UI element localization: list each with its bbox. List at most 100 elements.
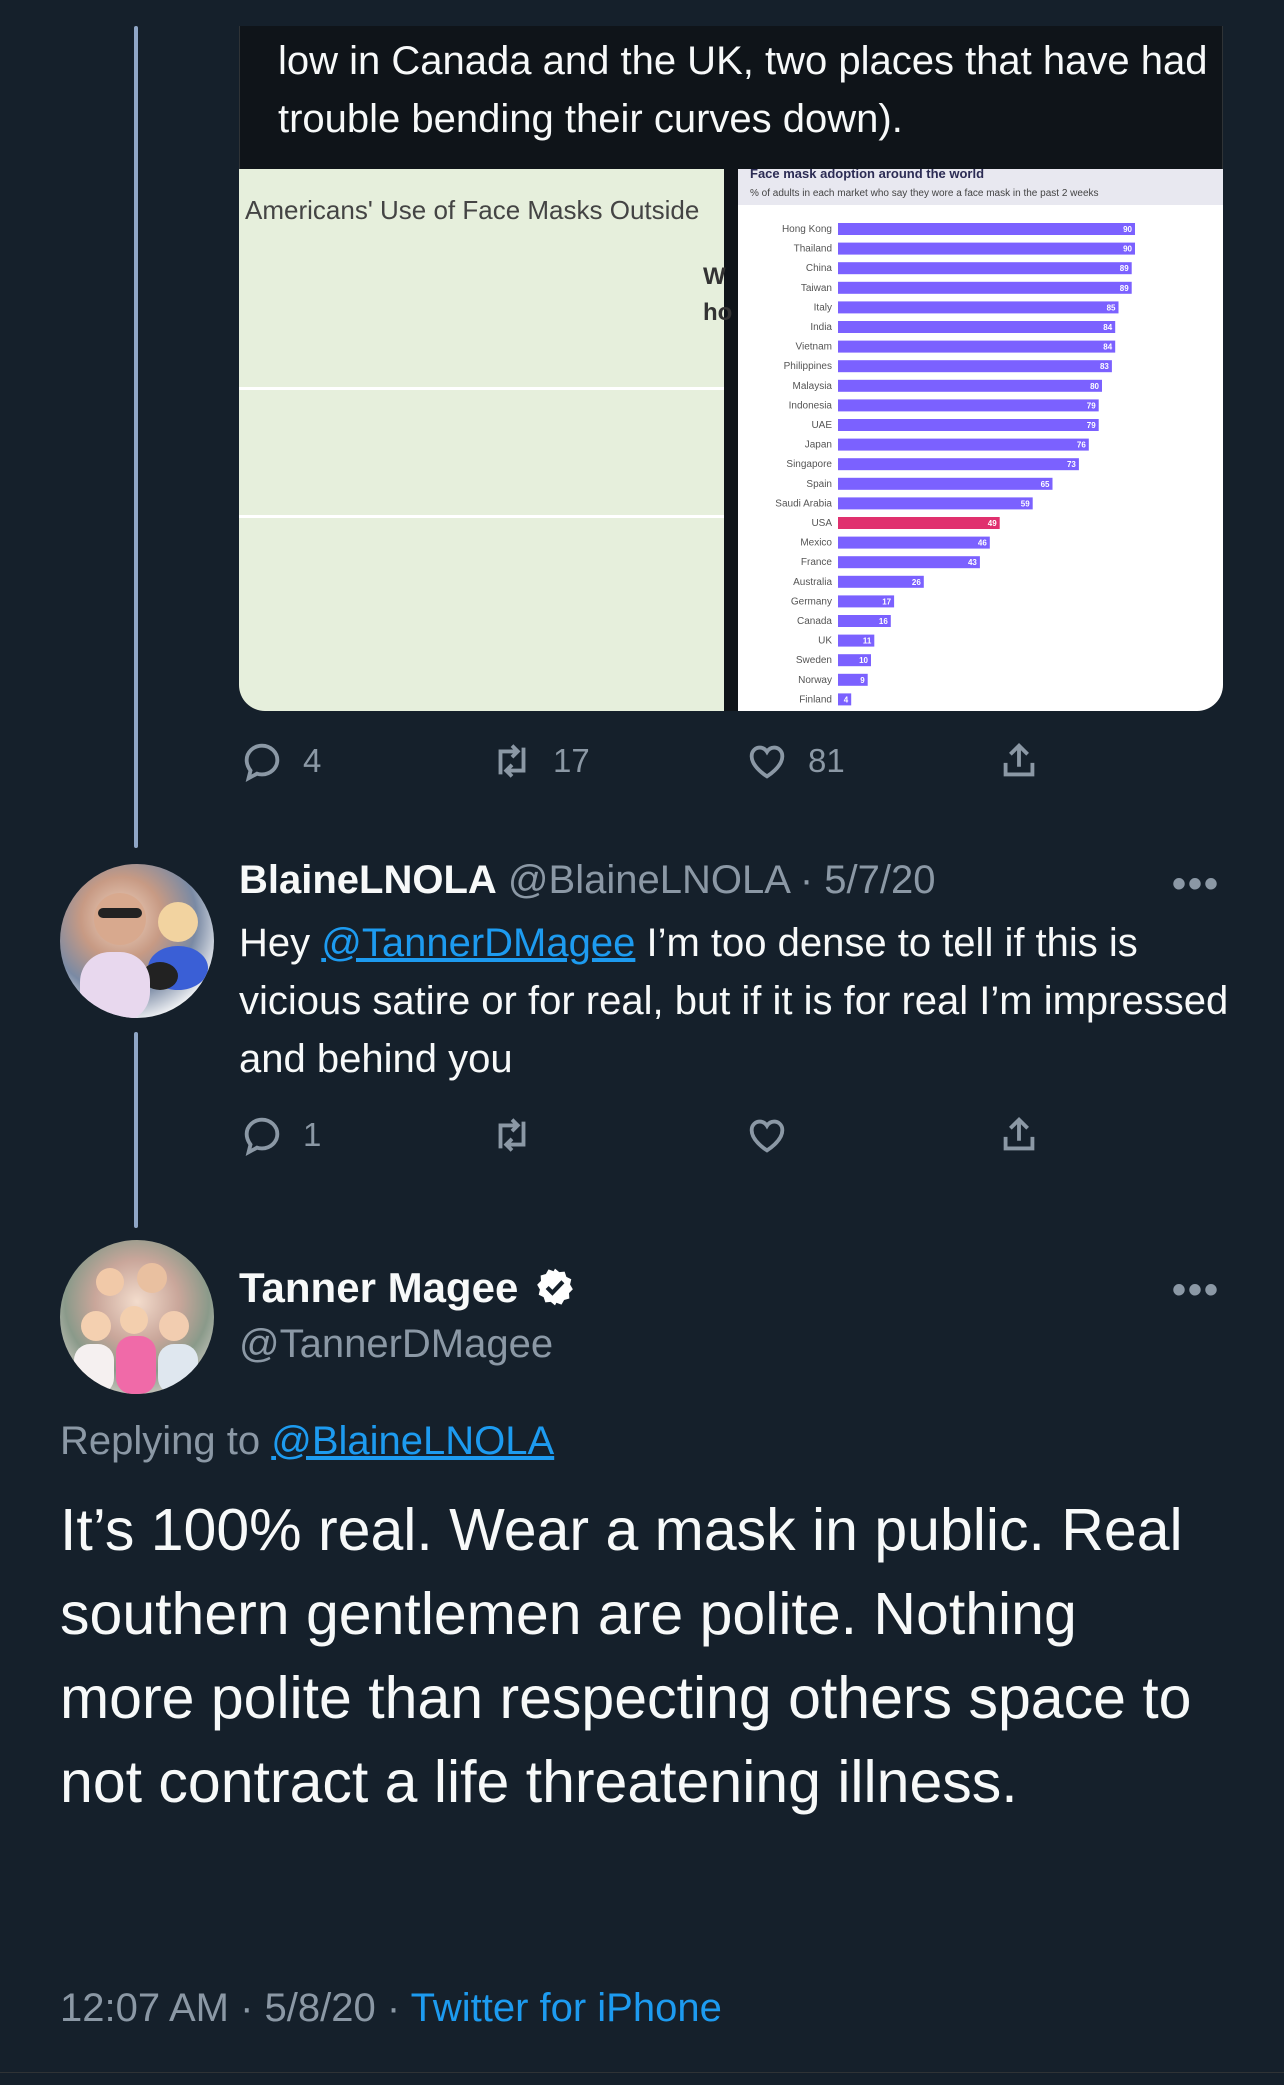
chart-value-label: 43 [968, 558, 977, 567]
reply-button[interactable]: 4 [239, 738, 321, 784]
chart-bar [838, 458, 1079, 471]
retweet-count: 17 [553, 742, 590, 779]
chart-category-label: Sweden [796, 655, 832, 666]
chart-value-label: 73 [1067, 460, 1076, 469]
chart-category-label: UAE [811, 420, 832, 431]
tweet-actions-reply: 1 [239, 1112, 1059, 1160]
chart-category-label: Japan [805, 440, 832, 451]
retweet-icon [498, 744, 526, 778]
left-image-gridline [239, 515, 724, 518]
chart-category-label: Hong Kong [782, 224, 832, 235]
left-image-cut-text-2: ho [703, 299, 733, 326]
chart-value-label: 59 [1021, 499, 1030, 508]
reply-icon [244, 743, 280, 783]
chart-bar [838, 301, 1119, 314]
main-tweet-text: It’s 100% real. Wear a mask in public. R… [60, 1497, 1192, 1815]
chart-value-label: 10 [859, 656, 868, 665]
media-image-masks-usa[interactable]: Americans' Use of Face Masks Outside W h… [239, 169, 732, 711]
chart-category-label: Taiwan [801, 283, 832, 294]
share-icon [1003, 1116, 1035, 1151]
tweet-date[interactable]: · 5/7/20 [800, 858, 936, 902]
chart-category-label: Thailand [794, 244, 832, 255]
chart-category-label: Italy [814, 302, 832, 313]
avatar-image [80, 893, 208, 1018]
chart-bar [838, 517, 1000, 529]
like-count: 81 [808, 742, 845, 779]
tweet-timestamp[interactable]: 12:07 AM · 5/8/20 · [60, 1986, 411, 2030]
reply-author-line: BlaineLNOLA @BlaineLNOLA · 5/7/20 [239, 858, 935, 903]
chart-category-label: USA [811, 518, 832, 529]
chart-value-label: 4 [844, 695, 849, 704]
chart-category-label: Philippines [784, 361, 832, 372]
chart-category-label: Finland [799, 694, 832, 705]
more-options-button[interactable]: ••• [1172, 862, 1220, 907]
replying-to-link[interactable]: @BlaineLNOLA [271, 1419, 554, 1463]
chart-category-label: Germany [791, 596, 832, 607]
chart-value-label: 65 [1041, 480, 1050, 489]
share-button[interactable] [996, 1112, 1042, 1158]
avatar-blainelnola[interactable] [60, 864, 214, 1018]
like-button[interactable] [744, 1112, 790, 1158]
like-button[interactable]: 81 [744, 738, 845, 784]
share-icon [1003, 742, 1035, 777]
tweet-meta-footer: 12:07 AM · 5/8/20 · Twitter for iPhone [60, 1986, 722, 2031]
chart-bar [838, 242, 1135, 255]
chart-value-label: 11 [863, 637, 872, 646]
retweet-button[interactable]: 17 [489, 738, 590, 784]
chart-category-label: India [810, 322, 832, 333]
reply-button[interactable]: 1 [239, 1112, 321, 1158]
author-handle[interactable]: @TannerDMagee [239, 1322, 553, 1366]
reply-icon [244, 1117, 280, 1157]
chart-category-label: Norway [798, 675, 832, 686]
chart-bar [838, 438, 1089, 451]
retweet-button[interactable] [489, 1112, 535, 1158]
chart-value-label: 89 [1120, 264, 1129, 273]
mention-link[interactable]: @TannerDMagee [321, 921, 635, 965]
chart-value-label: 89 [1120, 284, 1129, 293]
chart-category-label: Singapore [786, 459, 832, 470]
chart-bar [838, 262, 1132, 275]
like-icon [749, 1119, 785, 1153]
chart-value-label: 84 [1103, 343, 1112, 352]
chart-category-label: Indonesia [789, 400, 833, 411]
chart-category-label: Malaysia [793, 381, 833, 392]
chart-bar [838, 223, 1135, 235]
chart-value-label: 80 [1090, 382, 1099, 391]
tweet-media[interactable]: Americans' Use of Face Masks Outside W h… [239, 169, 1223, 711]
chart-bar [838, 556, 980, 569]
chart-bar [838, 536, 990, 549]
chart-subtitle: % of adults in each market who say they … [750, 188, 1099, 199]
reply-count: 1 [303, 1116, 322, 1153]
author-handle[interactable]: @BlaineLNOLA [508, 858, 789, 902]
chart-category-label: Australia [793, 577, 832, 588]
chart-bar [838, 379, 1102, 392]
mask-adoption-chart: Face mask adoption around the world % of… [738, 169, 1223, 706]
avatar-tannerdmagee[interactable] [60, 1240, 214, 1394]
chart-value-label: 79 [1087, 421, 1096, 430]
chart-category-label: Canada [797, 616, 832, 627]
more-options-button[interactable]: ••• [1172, 1268, 1220, 1313]
chart-value-label: 17 [882, 597, 891, 606]
share-button[interactable] [996, 738, 1042, 784]
chart-bar [838, 399, 1099, 412]
replying-to-line: Replying to @BlaineLNOLA [60, 1412, 554, 1470]
media-image-mask-chart[interactable]: Face mask adoption around the world % of… [738, 169, 1223, 711]
retweet-icon [498, 1118, 526, 1152]
left-image-title: Americans' Use of Face Masks Outside [245, 195, 700, 225]
author-name[interactable]: BlaineLNOLA [239, 858, 497, 902]
chart-bar [838, 340, 1116, 353]
chart-value-label: 79 [1087, 401, 1096, 410]
left-image-gridline [239, 387, 724, 390]
replying-prefix: Replying to [60, 1419, 272, 1463]
author-name[interactable]: Tanner Magee [239, 1264, 518, 1311]
reply-text-before: Hey [239, 921, 322, 965]
thread-line-middle [134, 1032, 138, 1228]
chart-bar [838, 477, 1053, 490]
tweet-source-link[interactable]: Twitter for iPhone [411, 1986, 722, 2030]
chart-value-label: 26 [912, 578, 921, 587]
chart-category-label: France [801, 557, 833, 568]
chart-category-label: China [806, 263, 833, 274]
chart-value-label: 49 [988, 519, 997, 528]
chart-category-label: UK [818, 636, 832, 647]
chart-value-label: 84 [1103, 323, 1112, 332]
